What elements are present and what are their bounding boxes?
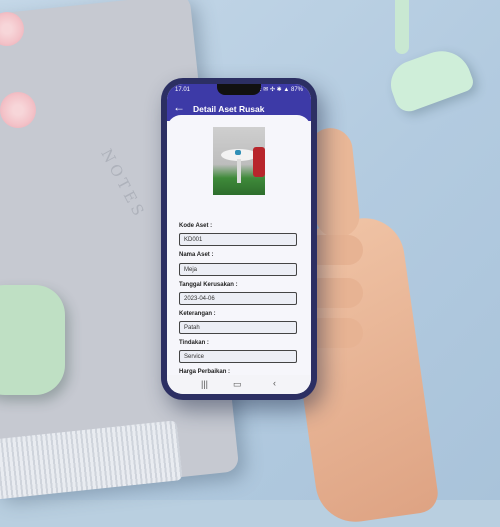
tanggal-kerusakan-label: Tanggal Kerusakan : — [179, 282, 238, 288]
arrow-left-icon[interactable]: ← — [173, 100, 185, 114]
tanggal-kerusakan-field[interactable]: 2023-04-06 — [179, 292, 297, 305]
kode-aset-label: Kode Aset : — [179, 223, 213, 229]
status-time: 17.01 — [175, 87, 191, 93]
phone-device: 17.01 ☷ ✉ ✣ ✱ ▲ 87% ← Detail Aset Rusak … — [161, 78, 317, 400]
status-icons: ☷ ✉ ✣ ✱ ▲ 87% — [256, 87, 303, 93]
earbuds-case — [0, 285, 65, 395]
keterangan-label: Keterangan : — [179, 311, 216, 317]
chevron-left-icon[interactable]: ‹ — [273, 378, 276, 388]
earbud — [384, 42, 476, 116]
camera-notch — [217, 84, 261, 95]
kode-aset-field[interactable]: KD001 — [179, 233, 297, 246]
photo-chair — [253, 147, 265, 177]
page-title: Detail Aset Rusak — [193, 104, 265, 114]
photo-cup — [235, 150, 241, 155]
harga-perbaikan-label: Harga Perbaikan : — [179, 369, 231, 375]
nama-aset-field[interactable]: Meja — [179, 263, 297, 276]
flower — [0, 92, 36, 128]
nama-aset-label: Nama Aset : — [179, 252, 214, 258]
system-nav-bar: ||| ▭ ‹ — [167, 376, 311, 394]
recents-icon[interactable]: ||| — [201, 379, 208, 389]
earbud-stem — [395, 0, 409, 54]
home-icon[interactable]: ▭ — [233, 379, 242, 390]
tindakan-label: Tindakan : — [179, 340, 209, 346]
tindakan-field[interactable]: Service — [179, 350, 297, 363]
photo-table-leg — [237, 159, 241, 183]
detail-card: Kode Aset : KD001 Nama Aset : Meja Tangg… — [167, 115, 311, 375]
phone-screen: 17.01 ☷ ✉ ✣ ✱ ▲ 87% ← Detail Aset Rusak … — [167, 84, 311, 394]
asset-photo — [213, 127, 265, 195]
keterangan-field[interactable]: Patah — [179, 321, 297, 334]
